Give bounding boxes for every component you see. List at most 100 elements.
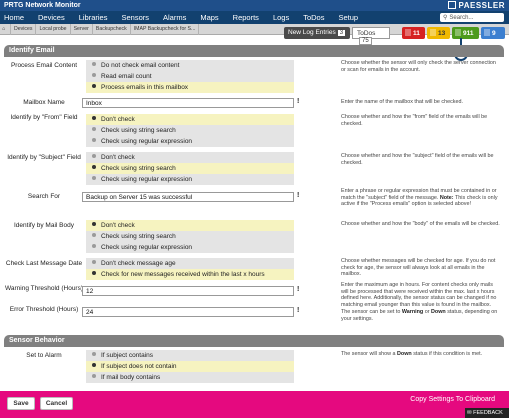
feedback-label: FEEDBACK xyxy=(473,410,503,416)
down-icon xyxy=(405,29,411,36)
new-log-entries-button[interactable]: New Log Entries 3 xyxy=(284,27,350,39)
error-threshold-label: Error Threshold (Hours) xyxy=(9,306,79,313)
cancel-button[interactable]: Cancel xyxy=(40,397,73,410)
nav-maps[interactable]: Maps xyxy=(193,11,225,24)
app-title: PRTG Network Monitor xyxy=(4,2,81,9)
radio-icon xyxy=(92,363,96,367)
save-button[interactable]: Save xyxy=(7,397,35,410)
home-icon[interactable]: ⌂ xyxy=(0,24,11,35)
check-icon xyxy=(455,29,461,36)
radio-icon xyxy=(92,138,96,142)
radio-option[interactable]: Don't check message age xyxy=(86,258,294,269)
radio-option[interactable]: If mail body contains xyxy=(86,372,294,383)
radio-icon xyxy=(92,154,96,158)
nav-setup[interactable]: Setup xyxy=(331,11,365,24)
nav-libraries[interactable]: Libraries xyxy=(72,11,115,24)
option-label: If mail body contains xyxy=(101,374,161,381)
radio-option[interactable]: Check using string search xyxy=(86,231,294,242)
identify-subject-options: Don't check Check using string search Ch… xyxy=(86,152,294,185)
down-word: Down xyxy=(431,308,446,315)
process-email-options: Do not check email content Read email co… xyxy=(86,60,294,93)
breadcrumb-device[interactable]: Backupcheck xyxy=(93,24,131,35)
alarm-help-pre: The sensor will show a xyxy=(341,351,396,357)
radio-option-selected[interactable]: If subject does not contain xyxy=(86,361,294,372)
status-paused-badge[interactable]: 9 xyxy=(481,27,505,39)
required-icon: ! xyxy=(297,307,300,314)
radio-icon xyxy=(92,62,96,66)
breadcrumb-sensor[interactable]: IMAP Backupcheck for S... xyxy=(131,24,200,35)
option-label: Do not check email content xyxy=(101,62,180,69)
warning-threshold-label: Warning Threshold (Hours) xyxy=(4,285,84,292)
up-count: 911 xyxy=(463,30,474,37)
section-sensor-behavior: Sensor Behavior xyxy=(4,335,504,347)
nav-alarms[interactable]: Alarms xyxy=(156,11,193,24)
option-label: Check using string search xyxy=(101,165,176,172)
paessler-logo[interactable]: PAESSLER xyxy=(448,1,505,10)
option-label: Check using string search xyxy=(101,233,176,240)
radio-option-selected[interactable]: Process emails in this mailbox xyxy=(86,82,294,93)
down-word: Down xyxy=(397,351,412,357)
todos-button[interactable]: ToDos75 xyxy=(352,27,390,45)
identify-from-label: Identify by "From" Field xyxy=(10,114,78,121)
search-placeholder: Search... xyxy=(449,15,474,21)
status-up-badge[interactable]: 911 xyxy=(452,27,479,39)
search-input[interactable]: ⚲ Search... xyxy=(440,13,504,22)
note-label: Note: xyxy=(439,194,454,201)
logo-icon xyxy=(448,1,457,9)
warning-threshold-input[interactable]: 12 xyxy=(82,286,294,296)
nav-reports[interactable]: Reports xyxy=(226,11,266,24)
breadcrumb-probe[interactable]: Local probe xyxy=(36,24,71,35)
breadcrumb-devices[interactable]: Devices xyxy=(11,24,37,35)
radio-option[interactable]: Read email count xyxy=(86,71,294,82)
radio-icon xyxy=(92,73,96,77)
radio-option-selected[interactable]: Don't check xyxy=(86,220,294,231)
identify-body-help: Choose whether and how the "body" of the… xyxy=(341,221,500,227)
radio-option[interactable]: Check using regular expression xyxy=(86,174,294,185)
breadcrumb-group[interactable]: Server xyxy=(71,24,93,35)
search-for-input[interactable]: Backup on Server 15 was successful xyxy=(82,192,294,202)
warning-word: Warning xyxy=(401,308,424,315)
copy-settings-link[interactable]: Copy Settings To Clipboard xyxy=(410,396,495,403)
feedback-icon: ✉ xyxy=(467,410,472,416)
radio-icon xyxy=(92,374,96,378)
radio-option[interactable]: Check using regular expression xyxy=(86,136,294,147)
nav-logs[interactable]: Logs xyxy=(266,11,296,24)
option-label: If subject contains xyxy=(101,352,154,359)
nav-home[interactable]: Home xyxy=(0,11,31,24)
option-label: Don't check xyxy=(101,154,135,161)
nav-devices[interactable]: Devices xyxy=(31,11,72,24)
identify-body-label: Identify by Mail Body xyxy=(14,222,74,229)
search-for-help: Enter a phrase or regular expression tha… xyxy=(341,188,501,208)
main-nav: Home Devices Libraries Sensors Alarms Ma… xyxy=(0,11,509,24)
status-warning-badge[interactable]: 13 xyxy=(427,27,450,39)
radio-option[interactable]: If subject contains xyxy=(86,350,294,361)
title-bar: PRTG Network Monitor PAESSLER xyxy=(0,0,509,11)
identify-body-options: Don't check Check using string search Ch… xyxy=(86,220,294,253)
radio-icon xyxy=(92,176,96,180)
radio-option-selected[interactable]: Check for new messages received within t… xyxy=(86,269,294,280)
radio-option[interactable]: Check using string search xyxy=(86,125,294,136)
radio-option-selected[interactable]: Check using string search xyxy=(86,163,294,174)
option-label: Read email count xyxy=(101,73,152,80)
feedback-button[interactable]: ✉ FEEDBACK xyxy=(465,408,509,418)
option-label: Check using regular expression xyxy=(101,244,193,251)
search-icon: ⚲ xyxy=(443,15,448,21)
option-label: Don't check xyxy=(101,116,135,123)
identify-subject-help: Choose whether and how the "subject" fie… xyxy=(341,153,494,166)
down-count: 11 xyxy=(413,30,420,37)
option-label: Check using string search xyxy=(101,127,176,134)
radio-icon xyxy=(92,222,96,226)
option-label: Check using regular expression xyxy=(101,138,193,145)
nav-sensors[interactable]: Sensors xyxy=(114,11,156,24)
status-down-badge[interactable]: 11 xyxy=(402,27,425,39)
radio-option[interactable]: Don't check xyxy=(86,152,294,163)
check-age-help: Choose whether messages will be checked … xyxy=(341,258,496,278)
radio-option-selected[interactable]: Don't check xyxy=(86,114,294,125)
radio-icon xyxy=(92,84,96,88)
error-threshold-input[interactable]: 24 xyxy=(82,307,294,317)
radio-option[interactable]: Check using regular expression xyxy=(86,242,294,253)
radio-option[interactable]: Do not check email content xyxy=(86,60,294,71)
mailbox-name-input[interactable]: Inbox xyxy=(82,98,294,108)
nav-todos[interactable]: ToDos xyxy=(296,11,331,24)
required-icon: ! xyxy=(297,98,300,105)
